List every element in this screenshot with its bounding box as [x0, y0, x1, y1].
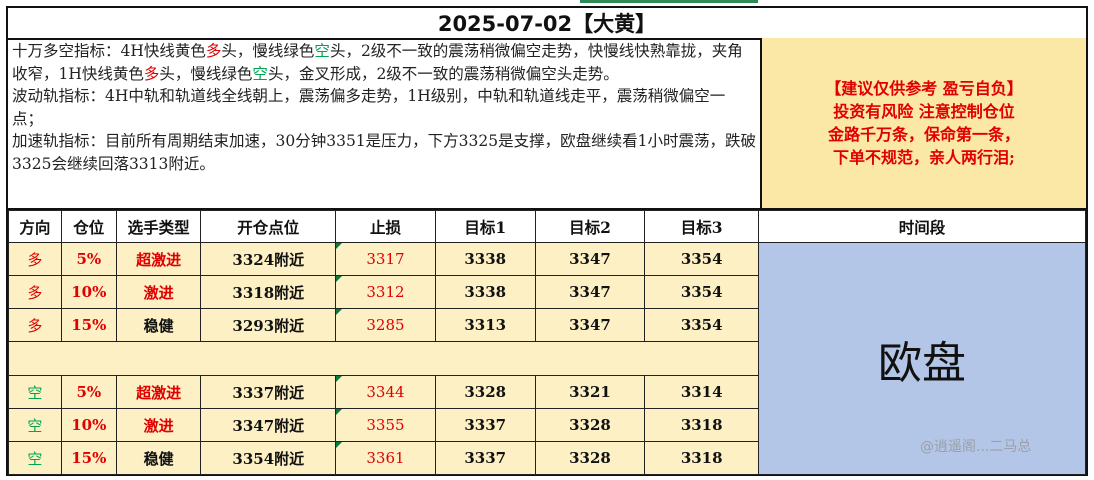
cell-target-3: 3318: [644, 408, 760, 442]
stop-value: 3285: [366, 316, 405, 334]
cell-entry: 3324附近: [200, 242, 337, 276]
cell-target-3: 3354: [644, 242, 760, 276]
selected-cell-indicator: [580, 0, 758, 3]
text-segment: 头，慢线绿色: [159, 64, 253, 83]
cell-stop-loss: 3317: [335, 242, 436, 276]
cell-entry: 3337附近: [200, 375, 337, 409]
advice-line-2: 投资有风险 注意控制仓位: [833, 102, 1015, 121]
header-stop-loss: 止损: [335, 210, 436, 243]
separator-cell: [7, 341, 760, 376]
cell-player-type: 激进: [115, 408, 202, 442]
advice-line-1: 【建议仅供参考 盈亏自负】: [825, 79, 1023, 98]
cell-target-3: 3354: [644, 275, 760, 309]
header-position: 仓位: [60, 210, 117, 243]
cell-comment-marker: [336, 276, 343, 282]
cell-position: 5%: [60, 242, 117, 276]
cell-entry: 3293附近: [200, 308, 337, 342]
cell-target-3: 3314: [644, 375, 760, 409]
cell-direction: 多: [8, 242, 62, 276]
stop-value: 3317: [366, 250, 405, 268]
long-word: 多: [205, 42, 222, 60]
cell-target-1: 3313: [434, 308, 536, 342]
advice-line-3: 金路千万条，保命第一条，: [827, 125, 1020, 144]
header-direction: 方向: [8, 210, 62, 243]
indicator-paragraph-1: 十万多空指标：4H快线黄色多头，慢线绿色空头，2级不一致的震荡稍微偏空走势，快慢…: [12, 40, 756, 85]
watermark: @逍遥阁...二马总: [920, 439, 1032, 455]
cell-position: 10%: [60, 275, 117, 309]
indicator-analysis: 十万多空指标：4H快线黄色多头，慢线绿色空头，2级不一致的震荡稍微偏空走势，快慢…: [8, 38, 762, 210]
cell-player-type: 超激进: [115, 375, 202, 409]
cell-entry: 3318附近: [200, 275, 337, 309]
cell-target-2: 3347: [534, 242, 646, 276]
header-target-3: 目标3: [644, 210, 760, 243]
cell-direction: 空: [8, 375, 62, 409]
cell-entry: 3354附近: [200, 441, 337, 475]
cell-stop-loss: 3285: [335, 308, 436, 342]
header-session: 时间段: [758, 210, 1086, 243]
short-word: 空: [252, 64, 268, 83]
cell-target-1: 3338: [434, 275, 536, 309]
cell-comment-marker: [336, 409, 343, 415]
cell-comment-marker: [336, 243, 343, 249]
header-target-2: 目标2: [534, 210, 646, 243]
stop-value: 3361: [366, 449, 405, 467]
short-word: 空: [314, 42, 330, 60]
cell-target-1: 3338: [434, 242, 536, 276]
cell-player-type: 激进: [115, 275, 202, 309]
header-target-1: 目标1: [434, 210, 536, 243]
risk-advice-box: 【建议仅供参考 盈亏自负】 投资有风险 注意控制仓位 金路千万条，保命第一条， …: [762, 38, 1086, 210]
cell-target-2: 3328: [534, 408, 646, 442]
header-player-type: 选手类型: [115, 210, 202, 243]
cell-target-2: 3321: [534, 375, 646, 409]
cell-target-1: 3337: [434, 441, 536, 475]
cell-position: 5%: [60, 375, 117, 409]
cell-direction: 多: [8, 308, 62, 342]
cell-position: 10%: [60, 408, 117, 442]
table-header-row: 方向 仓位 选手类型 开仓点位 止损 目标1 目标2 目标3 时间段: [8, 210, 1086, 243]
cell-target-1: 3337: [434, 408, 536, 442]
cell-position: 15%: [60, 308, 117, 342]
cell-stop-loss: 3361: [335, 441, 436, 475]
indicator-paragraph-3: 加速轨指标：目前所有周期结束加速，30分钟3351是压力，下方3325是支撑，欧…: [12, 132, 756, 173]
cell-comment-marker: [336, 309, 343, 315]
cell-position: 15%: [60, 441, 117, 475]
long-word: 多: [143, 64, 160, 83]
cell-player-type: 超激进: [115, 242, 202, 276]
table-row-long-1: 多 5% 超激进 3324附近 3317 3338 3347 3354 欧盘: [8, 242, 1086, 475]
stop-value: 3355: [366, 416, 405, 434]
cell-direction: 空: [8, 408, 62, 442]
cell-entry: 3347附近: [200, 408, 337, 442]
cell-comment-marker: [336, 442, 343, 448]
cell-target-3: 3354: [644, 308, 760, 342]
cell-stop-loss: 3355: [335, 408, 436, 442]
cell-stop-loss: 3312: [335, 275, 436, 309]
text-segment: 头，金叉形成，2级不一致的震荡稍微偏空头走势。: [267, 64, 619, 83]
cell-target-3: 3318: [644, 441, 760, 475]
stop-value: 3344: [366, 383, 405, 401]
cell-target-2: 3347: [534, 275, 646, 309]
cell-target-2: 3347: [534, 308, 646, 342]
cell-target-2: 3328: [534, 441, 646, 475]
cell-player-type: 稳健: [115, 308, 202, 342]
cell-player-type: 稳健: [115, 441, 202, 475]
cell-direction: 空: [8, 441, 62, 475]
trading-plan-sheet: 2025-07-02【大黄】 十万多空指标：4H快线黄色多头，慢线绿色空头，2级…: [6, 6, 1088, 476]
stop-value: 3312: [366, 283, 405, 301]
text-segment: 十万多空指标：4H快线黄色: [12, 42, 206, 60]
indicator-paragraph-2: 波动轨指标：4H中轨和轨道线全线朝上，震荡偏多走势，1H级别，中轨和轨道线走平，…: [12, 87, 726, 128]
cell-direction: 多: [8, 275, 62, 309]
page-title: 2025-07-02【大黄】: [8, 8, 1086, 40]
cell-target-1: 3328: [434, 375, 536, 409]
header-entry: 开仓点位: [200, 210, 337, 243]
advice-line-4: 下单不规范，亲人两行泪;: [833, 148, 1015, 167]
cell-comment-marker: [336, 376, 343, 382]
cell-stop-loss: 3344: [335, 375, 436, 409]
text-segment: 头，慢线绿色: [221, 42, 315, 60]
